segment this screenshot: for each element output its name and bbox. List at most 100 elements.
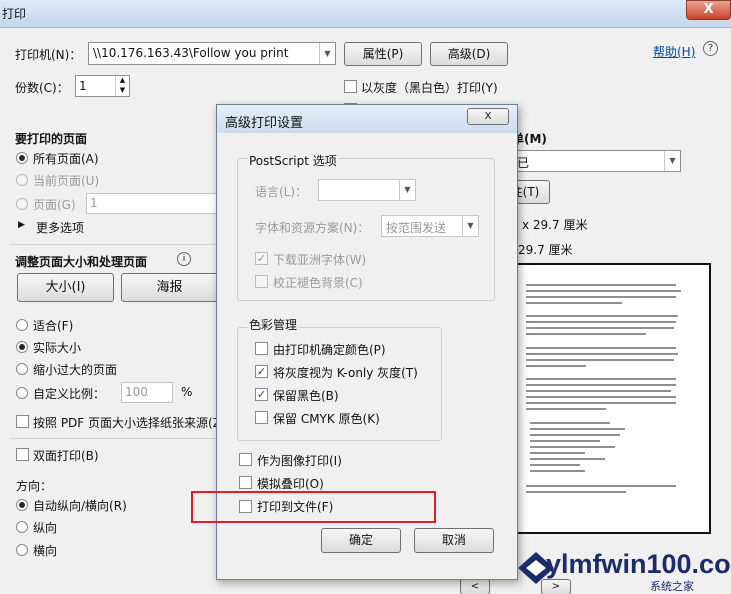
landscape-label: 横向 (33, 544, 58, 558)
text-line (526, 408, 606, 410)
text-line (526, 390, 671, 392)
text-line (526, 384, 676, 386)
paper-size-1: x 29.7 厘米 (522, 218, 588, 232)
cancel-button[interactable]: 取消 (414, 528, 494, 553)
spin-down-icon[interactable]: ▼ (115, 86, 129, 96)
watermark-text: ylmfwin100.com (546, 549, 731, 579)
text-line (530, 434, 620, 436)
font-scheme-value: 按范围发送 (386, 221, 447, 235)
info-icon[interactable]: i (177, 252, 191, 266)
printer-select[interactable]: \\10.176.163.43\Follow you print ▼ (88, 42, 336, 65)
expand-triangle-icon[interactable]: ▶ (18, 220, 25, 230)
text-line (526, 290, 681, 292)
pages-header: 要打印的页面 (15, 132, 88, 146)
text-line (530, 464, 580, 466)
simulate-overprint-label: 模拟叠印(O) (257, 477, 324, 491)
highlight-box (191, 491, 436, 523)
advanced-button[interactable]: 高级(D) (430, 42, 508, 66)
more-options-label[interactable]: 更多选项 (36, 219, 84, 236)
fit-label: 适合(F) (33, 319, 74, 333)
ok-button[interactable]: 确定 (321, 528, 401, 553)
text-line (526, 296, 676, 298)
fit-radio[interactable] (16, 319, 28, 331)
divider (10, 438, 220, 439)
window-close-button[interactable]: X (686, 0, 731, 20)
percent-label: % (181, 385, 193, 399)
dialog-title: 高级打印设置 (225, 116, 304, 131)
spin-up-icon[interactable]: ▲ (115, 76, 129, 86)
text-line (526, 284, 676, 286)
orientation-label: 方向： (16, 479, 53, 493)
paper-size-2: 29.7 厘米 (518, 243, 573, 257)
all-pages-radio[interactable] (16, 152, 28, 164)
text-line (526, 359, 674, 361)
correct-background-checkbox[interactable] (255, 275, 268, 288)
text-line (530, 458, 605, 460)
portrait-radio[interactable] (16, 521, 28, 533)
custom-scale-input[interactable]: 100 (121, 382, 173, 403)
keep-cmyk-label: 保留 CMYK 原色(K) (273, 412, 380, 426)
auto-orientation-radio[interactable] (16, 499, 28, 511)
dialog-close-button[interactable]: X (467, 108, 509, 125)
color-management-legend: 色彩管理 (247, 316, 300, 333)
help-link[interactable]: 帮助(H) (653, 43, 695, 60)
text-line (526, 333, 646, 335)
printer-color-label: 由打印机确定颜色(P) (273, 343, 386, 357)
print-as-image-label: 作为图像打印(I) (257, 454, 342, 468)
text-line (530, 440, 600, 442)
divider (10, 244, 220, 245)
size-button[interactable]: 大小(I) (17, 273, 114, 302)
keep-cmyk-checkbox[interactable] (255, 411, 268, 424)
custom-scale-label: 自定义比例： (33, 387, 106, 401)
watermark-subtext: 系统之家 (650, 580, 694, 593)
grayscale-label: 以灰度（黑白色）打印(Y) (361, 81, 498, 95)
help-icon[interactable]: ? (703, 41, 718, 56)
simulate-overprint-checkbox[interactable] (239, 476, 252, 489)
chevron-down-icon: ▼ (664, 151, 680, 171)
text-line (530, 452, 585, 454)
text-line (526, 315, 678, 317)
language-select[interactable]: ▼ (318, 179, 416, 201)
printer-color-checkbox[interactable] (255, 342, 268, 355)
page-range-input[interactable]: 1 (86, 193, 218, 214)
window-title: 打印 (2, 7, 27, 21)
text-line (526, 353, 678, 355)
chevron-down-icon: ▼ (399, 180, 415, 200)
gray-konly-checkbox[interactable]: ✓ (255, 365, 268, 378)
dialog-title-bar: 高级打印设置 X (217, 105, 517, 133)
postscript-legend: PostScript 选项 (247, 152, 339, 169)
download-asian-fonts-checkbox[interactable]: ✓ (255, 252, 268, 265)
print-preview (498, 263, 711, 534)
chevron-down-icon: ▼ (319, 43, 335, 64)
prev-page-button[interactable]: < (460, 579, 490, 594)
copies-value: 1 (79, 79, 87, 93)
text-line (530, 428, 625, 430)
gray-konly-label: 将灰度视为 K-only 灰度(T) (273, 366, 418, 380)
poster-button[interactable]: 海报 (121, 273, 218, 302)
page-range-radio[interactable] (16, 198, 28, 210)
keep-black-label: 保留黑色(B) (273, 389, 339, 403)
right-combo-value: 已 (517, 156, 530, 170)
custom-scale-radio[interactable] (16, 387, 28, 399)
text-line (526, 396, 676, 398)
current-page-radio[interactable] (16, 174, 28, 186)
pdf-paper-source-checkbox[interactable] (16, 415, 29, 428)
shrink-radio[interactable] (16, 363, 28, 375)
landscape-radio[interactable] (16, 544, 28, 556)
page-range-label: 页面(G) (33, 198, 76, 212)
auto-orientation-label: 自动纵向/横向(R) (33, 499, 127, 513)
grayscale-checkbox[interactable] (344, 80, 357, 93)
properties-button[interactable]: 属性(P) (344, 42, 422, 66)
print-as-image-checkbox[interactable] (239, 453, 252, 466)
font-scheme-select[interactable]: 按范围发送 ▼ (381, 215, 479, 237)
copies-spinner[interactable]: 1 ▲ ▼ (75, 75, 130, 97)
actual-size-label: 实际大小 (33, 341, 82, 355)
right-combo[interactable]: 已 ▼ (512, 150, 681, 172)
keep-black-checkbox[interactable]: ✓ (255, 388, 268, 401)
duplex-checkbox[interactable] (16, 448, 29, 461)
text-line (526, 365, 586, 367)
duplex-label: 双面打印(B) (33, 449, 99, 463)
actual-size-radio[interactable] (16, 341, 28, 353)
text-line (526, 347, 676, 349)
copies-label: 份数(C)： (15, 81, 69, 95)
